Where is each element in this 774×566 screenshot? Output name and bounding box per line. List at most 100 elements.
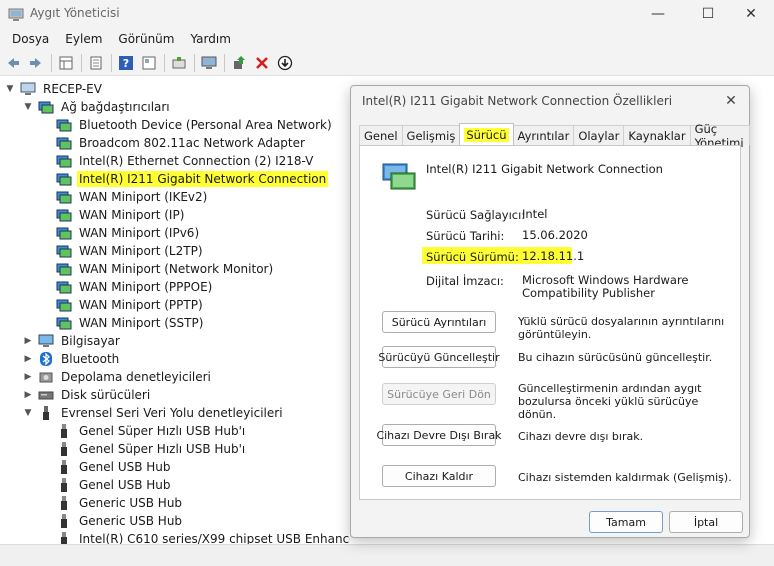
storage-controller-icon xyxy=(39,372,53,383)
tree-item-network-adapter[interactable]: WAN Miniport (SSTP) xyxy=(40,314,205,332)
tab-general[interactable]: Genel xyxy=(359,125,403,145)
title-bar: Aygıt Yöneticisi — ☐ ✕ xyxy=(0,0,774,28)
help-button[interactable]: ? xyxy=(115,52,137,74)
disable-device-button[interactable]: Cihazı Devre Dışı Bırak xyxy=(376,424,502,446)
cancel-button[interactable]: İptal xyxy=(669,511,743,533)
tab-power-management[interactable]: Güç Yönetimi xyxy=(689,122,750,150)
tree-item-network-adapter[interactable]: Broadcom 802.11ac Network Adapter xyxy=(40,134,307,152)
tree-category-disk-drives[interactable]: ▶ Disk sürücüleri xyxy=(22,386,152,404)
tree-item-network-adapter[interactable]: WAN Miniport (PPPOE) xyxy=(40,278,214,296)
menu-view[interactable]: Görünüm xyxy=(110,32,182,46)
tree-item-network-adapter[interactable]: Intel(R) I211 Gigabit Network Connection xyxy=(40,170,329,188)
network-adapter-icon xyxy=(56,299,72,312)
toolbar-separator xyxy=(194,53,195,72)
red-x-icon xyxy=(256,56,268,69)
tree-item-usb-device[interactable]: Generic USB Hub xyxy=(40,494,184,512)
rollback-driver-desc: Güncelleştirmenin ardından aygıt bozulur… xyxy=(518,382,702,421)
usb-plug-icon xyxy=(61,478,67,492)
tree-item-network-adapter[interactable]: WAN Miniport (Network Monitor) xyxy=(40,260,275,278)
uninstall-button[interactable] xyxy=(251,52,273,74)
tree-item-network-adapter[interactable]: WAN Miniport (IP) xyxy=(40,206,186,224)
menu-help[interactable]: Yardım xyxy=(182,32,238,46)
tree-item-network-adapter[interactable]: WAN Miniport (IKEv2) xyxy=(40,188,209,206)
download-circle-icon xyxy=(277,55,293,70)
network-adapter-icon xyxy=(56,191,72,204)
digital-signer-label: Dijital İmzacı: xyxy=(426,274,504,288)
chevron-right-icon[interactable]: ▶ xyxy=(22,368,34,386)
download-button[interactable] xyxy=(274,52,296,74)
tree-item-network-adapter[interactable]: Intel(R) Ethernet Connection (2) I218-V xyxy=(40,152,315,170)
computer-icon xyxy=(20,82,36,95)
chevron-down-icon[interactable]: ▼ xyxy=(22,404,34,422)
properties-dialog: Intel(R) I211 Gigabit Network Connection… xyxy=(350,85,750,538)
tree-root[interactable]: ▼ RECEP-EV xyxy=(4,80,104,98)
tree-item-network-adapter[interactable]: WAN Miniport (IPv6) xyxy=(40,224,201,242)
ok-button[interactable]: Tamam xyxy=(589,511,663,533)
network-adapter-icon xyxy=(56,227,72,240)
list-view-button[interactable] xyxy=(85,52,107,74)
chevron-down-icon[interactable]: ▼ xyxy=(4,80,16,98)
chevron-down-icon[interactable]: ▼ xyxy=(22,98,34,116)
tree-category-computer[interactable]: ▶ Bilgisayar xyxy=(22,332,122,350)
computer-icon xyxy=(38,334,54,347)
network-adapter-icon xyxy=(56,263,72,276)
tab-events[interactable]: Olaylar xyxy=(573,125,625,145)
monitor-button[interactable] xyxy=(198,52,220,74)
chevron-right-icon[interactable]: ▶ xyxy=(22,350,34,368)
tree-item-usb-device[interactable]: Intel(R) C610 series/X99 chipset USB Enh… xyxy=(40,530,350,544)
minimize-button[interactable]: — xyxy=(635,0,681,28)
uninstall-device-button[interactable]: Cihazı Kaldır xyxy=(382,465,496,487)
usb-controller-icon xyxy=(43,406,49,420)
chevron-right-icon[interactable]: ▶ xyxy=(22,332,34,350)
console-icon xyxy=(142,56,156,69)
tree-category-storage-controllers[interactable]: ▶ Depolama denetleyicileri xyxy=(22,368,213,386)
back-button[interactable] xyxy=(2,52,24,74)
grid-view-icon xyxy=(59,56,73,69)
update-driver-button[interactable] xyxy=(228,52,250,74)
scan-hardware-button[interactable] xyxy=(168,52,190,74)
help-icon: ? xyxy=(119,55,133,70)
menu-file[interactable]: Dosya xyxy=(4,32,57,46)
toolbar-separator xyxy=(224,53,225,72)
driver-date-label: Sürücü Tarihi: xyxy=(426,229,505,243)
usb-plug-icon xyxy=(61,442,67,456)
update-driver-button[interactable]: Sürücüyü Güncelleştir xyxy=(378,346,500,368)
monitor-icon xyxy=(201,56,217,69)
driver-version-value: 12.18.11.1 xyxy=(522,249,585,263)
tree-category-usb[interactable]: ▼ Evrensel Seri Veri Yolu denetleyiciler… xyxy=(22,404,285,422)
dialog-tabs: Genel Gelişmiş Sürücü Ayrıntılar Olaylar… xyxy=(359,122,750,150)
maximize-button[interactable]: ☐ xyxy=(685,0,731,28)
tree-category-bluetooth[interactable]: ▶ Bluetooth xyxy=(22,350,121,368)
driver-provider-value: Intel xyxy=(522,207,548,221)
tree-item-usb-device[interactable]: Genel Süper Hızlı USB Hub'ı xyxy=(40,422,247,440)
tab-resources[interactable]: Kaynaklar xyxy=(623,125,691,145)
tree-item-network-adapter[interactable]: WAN Miniport (L2TP) xyxy=(40,242,205,260)
usb-plug-icon xyxy=(61,496,67,510)
menu-bar: Dosya Eylem Görünüm Yardım xyxy=(0,28,774,50)
uninstall-device-desc: Cihazı sistemden kaldırmak (Gelişmiş). xyxy=(518,471,732,484)
toolbar-separator xyxy=(51,53,52,72)
close-button[interactable]: ✕ xyxy=(728,0,774,28)
properties-view-button[interactable] xyxy=(55,52,77,74)
disk-drive-icon xyxy=(38,391,54,400)
forward-button[interactable] xyxy=(25,52,47,74)
tree-item-usb-device[interactable]: Genel USB Hub xyxy=(40,458,173,476)
chevron-right-icon[interactable]: ▶ xyxy=(22,386,34,404)
tab-details[interactable]: Ayrıntılar xyxy=(512,125,575,145)
usb-plug-icon xyxy=(61,460,67,474)
network-adapter-icon xyxy=(56,209,72,222)
tree-item-network-adapter[interactable]: Bluetooth Device (Personal Area Network) xyxy=(40,116,334,134)
tree-item-network-adapter[interactable]: WAN Miniport (PPTP) xyxy=(40,296,205,314)
driver-provider-label: Sürücü Sağlayıcı: xyxy=(426,208,526,222)
menu-action[interactable]: Eylem xyxy=(57,32,110,46)
console-button[interactable] xyxy=(138,52,160,74)
tree-item-usb-device[interactable]: Generic USB Hub xyxy=(40,512,184,530)
network-adapter-icon xyxy=(56,119,72,132)
driver-details-button[interactable]: Sürücü Ayrıntıları xyxy=(382,311,496,333)
tab-driver[interactable]: Sürücü xyxy=(459,123,514,145)
tree-item-usb-device[interactable]: Genel USB Hub xyxy=(40,476,173,494)
tab-advanced[interactable]: Gelişmiş xyxy=(401,125,461,145)
dialog-close-button[interactable]: ✕ xyxy=(719,90,743,112)
tree-category-network[interactable]: ▼ Ağ bağdaştırıcıları xyxy=(22,98,172,116)
tree-item-usb-device[interactable]: Genel Süper Hızlı USB Hub'ı xyxy=(40,440,247,458)
